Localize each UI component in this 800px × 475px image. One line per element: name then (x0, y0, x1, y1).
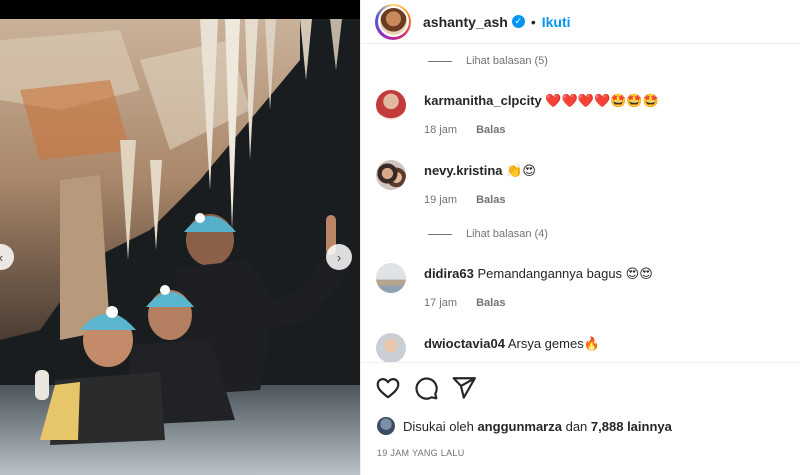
comment-text: 👏😍 (506, 163, 536, 178)
comment-time: 19 jam (424, 194, 458, 206)
commenter-avatar[interactable] (376, 90, 406, 120)
reply-button[interactable]: Balas (476, 194, 505, 206)
comment-text: Arsya gemes🔥 (507, 336, 600, 351)
comment-icon[interactable] (413, 375, 439, 401)
post-side-panel: ashanty_ash ✓ • Ikuti Lihat balasan (5) … (360, 0, 800, 475)
verified-badge-icon: ✓ (511, 15, 525, 28)
replies-divider (428, 60, 452, 62)
commenter-username[interactable]: dwioctavia04 (424, 336, 505, 351)
commenter-avatar[interactable] (376, 160, 406, 190)
likes-prefix: Disukai oleh (403, 418, 474, 434)
follow-button[interactable]: Ikuti (542, 14, 571, 30)
photo-top-bar (0, 0, 360, 19)
view-replies-label: Lihat balasan (5) (466, 55, 548, 67)
heart-icon[interactable] (375, 375, 401, 401)
cave-photo-illustration (0, 0, 360, 475)
share-icon[interactable] (451, 375, 477, 401)
post-timestamp[interactable]: 19 JAM YANG LALU (377, 448, 465, 458)
commenter-username[interactable]: nevy.kristina (424, 163, 503, 178)
reply-button[interactable]: Balas (476, 297, 505, 309)
post-header: ashanty_ash ✓ • Ikuti (361, 0, 800, 44)
reply-button[interactable]: Balas (476, 124, 505, 136)
commenter-avatar[interactable] (376, 333, 406, 362)
chevron-right-icon: › (336, 249, 342, 265)
comment-time: 17 jam (424, 297, 458, 309)
commenter-username[interactable]: karmanitha_clpcity (424, 93, 542, 108)
author-avatar[interactable] (375, 3, 411, 40)
comment-text: Pemandangannya bagus 😍😍 (477, 266, 653, 281)
header-separator: • (530, 13, 536, 30)
post-actions: Disukai oleh anggunmarza dan 7,888 lainn… (361, 362, 800, 475)
likes-middle: dan (565, 418, 588, 434)
view-replies-link[interactable]: Lihat balasan (4) (428, 228, 548, 240)
chevron-left-icon: ‹ (0, 250, 3, 265)
view-replies-link[interactable]: Lihat balasan (5) (428, 55, 548, 67)
likes-summary: Disukai oleh anggunmarza dan 7,888 lainn… (377, 417, 672, 435)
comments-list[interactable]: Lihat balasan (5) karmanitha_clpcity ❤️❤… (361, 44, 800, 362)
view-replies-label: Lihat balasan (4) (466, 228, 548, 240)
comment-text: ❤️❤️❤️❤️🤩🤩🤩 (545, 93, 659, 108)
post-photo[interactable]: ‹ › (0, 0, 360, 475)
likes-count[interactable]: 7,888 lainnya (591, 419, 672, 434)
commenter-username[interactable]: didira63 (424, 266, 474, 281)
liker-username[interactable]: anggunmarza (477, 419, 562, 434)
commenter-avatar[interactable] (376, 263, 406, 293)
author-username[interactable]: ashanty_ash (423, 14, 508, 30)
liker-avatar[interactable] (377, 417, 395, 435)
comment-time: 18 jam (424, 124, 458, 136)
replies-divider (428, 233, 452, 235)
author-avatar-image (379, 8, 407, 35)
next-photo-button[interactable]: › (326, 244, 352, 270)
